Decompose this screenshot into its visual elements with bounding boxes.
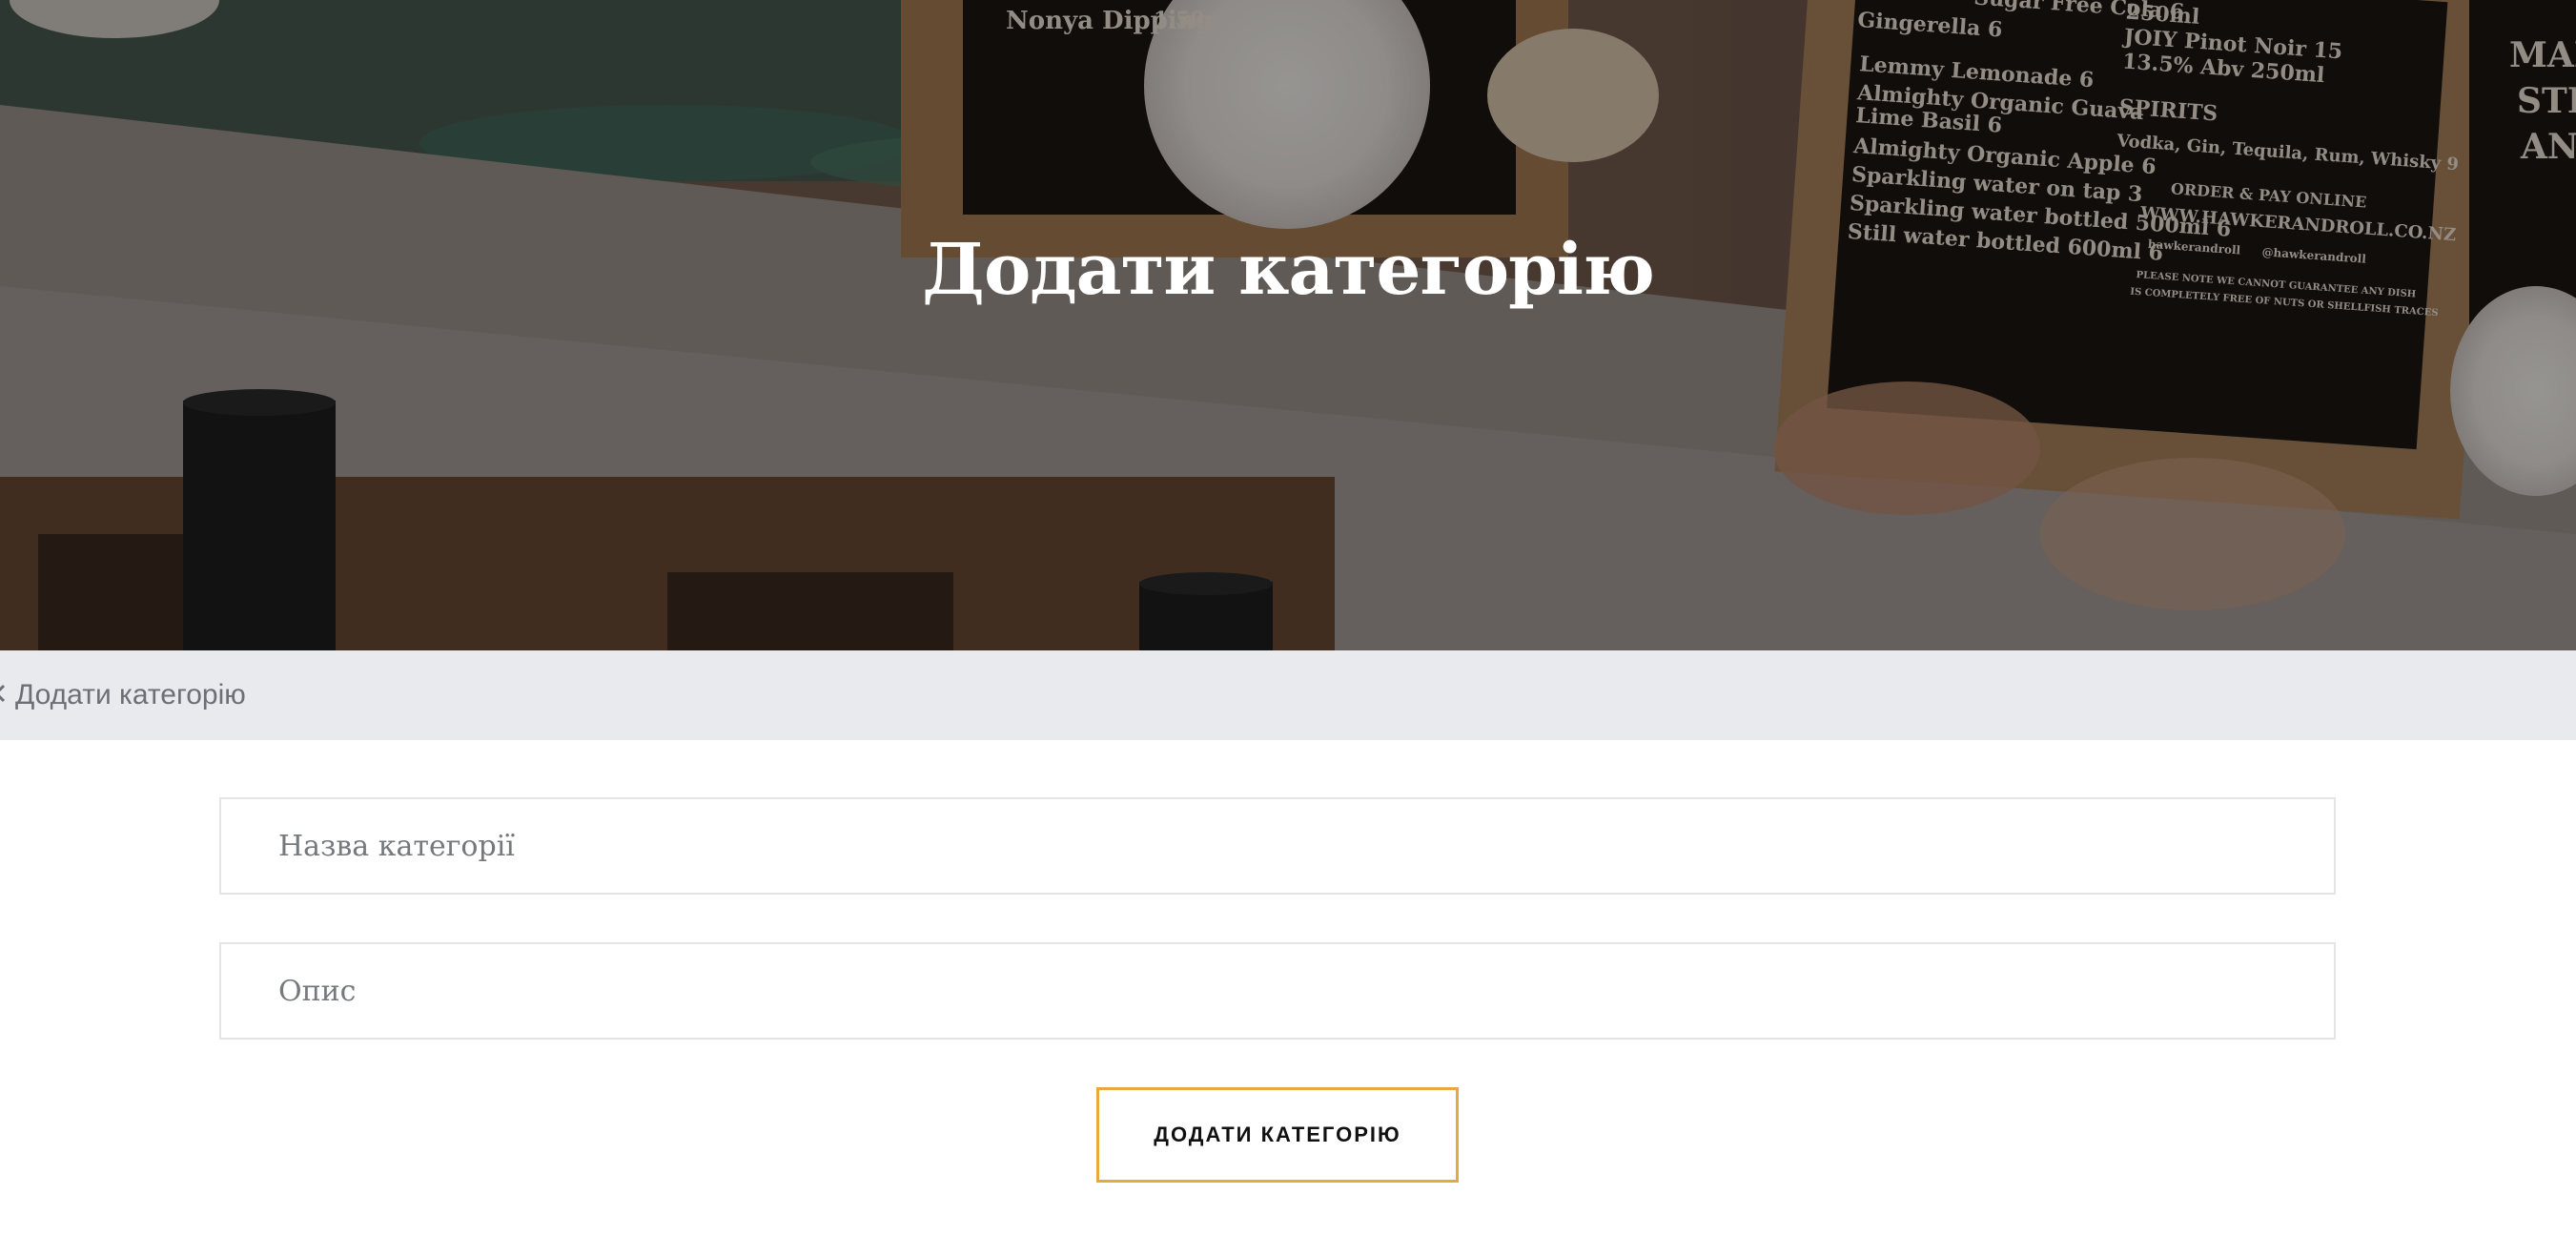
add-category-button[interactable]: ДОДАТИ КАТЕГОРІЮ: [1096, 1087, 1459, 1183]
category-name-input[interactable]: [219, 797, 2336, 895]
breadcrumb: Додати категорію: [0, 650, 2576, 740]
breadcrumb-current: Додати категорію: [15, 679, 246, 711]
hero-banner: Nonya Dipping 1.50 Sugar Free Cola 6 Gin…: [0, 0, 2576, 650]
category-description-input[interactable]: [219, 942, 2336, 1040]
page-title: Додати категорію: [922, 229, 1655, 311]
hero-dark-overlay: [0, 0, 2576, 650]
